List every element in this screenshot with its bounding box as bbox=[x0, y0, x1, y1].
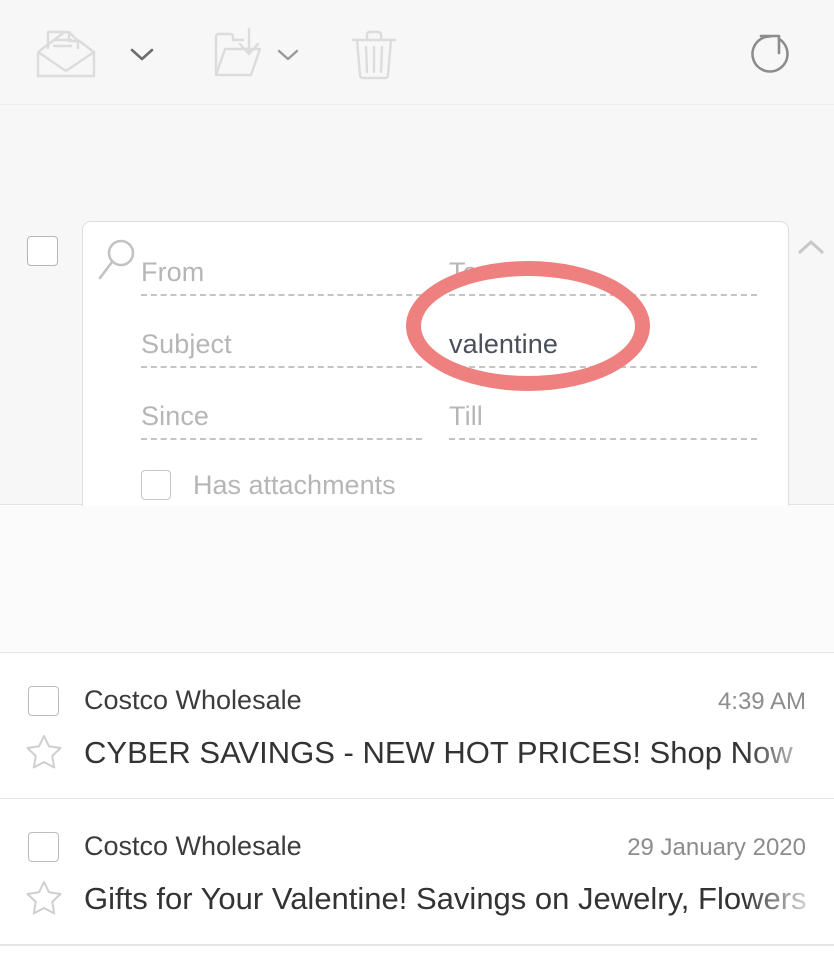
subject-field[interactable]: Subject bbox=[141, 304, 449, 376]
move-to-folder-button[interactable] bbox=[210, 26, 270, 82]
mail-row-checkbox[interactable] bbox=[28, 832, 59, 862]
from-field[interactable]: From bbox=[141, 232, 449, 304]
mail-date: 4:39 AM bbox=[717, 688, 806, 715]
collapse-search-panel-button[interactable] bbox=[793, 231, 829, 265]
star-icon[interactable] bbox=[26, 733, 62, 769]
delete-button[interactable] bbox=[346, 26, 402, 82]
to-field-underline bbox=[449, 294, 757, 296]
text-field[interactable]: valentine bbox=[449, 304, 757, 376]
mail-date: 29 January 2020 bbox=[627, 834, 806, 861]
mark-as-read-dropdown-button[interactable] bbox=[122, 38, 162, 70]
mail-subject-container: CYBER SAVINGS - NEW HOT PRICES! Shop Now bbox=[84, 727, 834, 779]
mail-subject-container: Gifts for Your Valentine! Savings on Jew… bbox=[84, 873, 834, 925]
star-icon[interactable] bbox=[26, 879, 62, 915]
envelope-open-letter-icon bbox=[35, 27, 97, 81]
since-field[interactable]: Since bbox=[141, 376, 449, 448]
chevron-down-icon bbox=[276, 47, 300, 62]
mark-as-read-button[interactable] bbox=[34, 26, 98, 82]
subject-field-underline bbox=[141, 366, 422, 368]
mail-row-checkbox[interactable] bbox=[28, 686, 59, 716]
search-fields: From To Subject valentine Since Till bbox=[141, 232, 757, 448]
since-field-underline bbox=[141, 438, 422, 440]
has-attachments-label: Has attachments bbox=[193, 469, 396, 500]
mail-subject: Gifts for Your Valentine! Savings on Jew… bbox=[84, 881, 807, 916]
search-results-header: Clear search Search results for text:val… bbox=[0, 506, 834, 653]
folder-download-icon bbox=[212, 27, 268, 81]
search-icon bbox=[96, 238, 142, 284]
table-row[interactable]: Costco Wholesale 29 January 2020 Gifts f… bbox=[0, 799, 834, 945]
select-all-checkbox[interactable] bbox=[27, 236, 58, 266]
mail-sender: Costco Wholesale bbox=[84, 685, 302, 715]
from-field-text: From bbox=[141, 257, 205, 287]
search-field-row-3: Since Till bbox=[141, 376, 757, 448]
search-panel-band: From To Subject valentine Since Till Has… bbox=[0, 105, 834, 594]
text-field-underline bbox=[449, 366, 757, 368]
to-field-text: To bbox=[449, 257, 478, 287]
chevron-down-icon bbox=[129, 46, 155, 62]
search-field-row-2: Subject valentine bbox=[141, 304, 757, 376]
has-attachments-checkbox[interactable] bbox=[141, 470, 171, 500]
mail-subject: CYBER SAVINGS - NEW HOT PRICES! Shop Now bbox=[84, 735, 793, 770]
trash-icon bbox=[350, 27, 398, 81]
till-field-underline bbox=[449, 438, 757, 440]
mail-client-search-view: From To Subject valentine Since Till Has… bbox=[0, 0, 834, 956]
search-field-row-1: From To bbox=[141, 232, 757, 304]
chevron-up-icon bbox=[798, 240, 824, 254]
toolbar bbox=[0, 0, 834, 105]
list-bottom-divider bbox=[0, 944, 834, 946]
since-field-text: Since bbox=[141, 401, 210, 431]
mail-list: Costco Wholesale 4:39 AM CYBER SAVINGS -… bbox=[0, 653, 834, 945]
from-field-underline bbox=[141, 294, 422, 296]
mail-sender: Costco Wholesale bbox=[84, 831, 302, 861]
text-field-value: valentine bbox=[449, 329, 558, 359]
refresh-button[interactable] bbox=[742, 26, 798, 82]
till-field[interactable]: Till bbox=[449, 376, 757, 448]
to-field[interactable]: To bbox=[449, 232, 757, 304]
subject-field-text: Subject bbox=[141, 329, 232, 359]
reload-icon bbox=[744, 28, 796, 80]
move-to-folder-dropdown-button[interactable] bbox=[268, 38, 308, 70]
till-field-text: Till bbox=[449, 401, 483, 431]
table-row[interactable]: Costco Wholesale 4:39 AM CYBER SAVINGS -… bbox=[0, 653, 834, 799]
